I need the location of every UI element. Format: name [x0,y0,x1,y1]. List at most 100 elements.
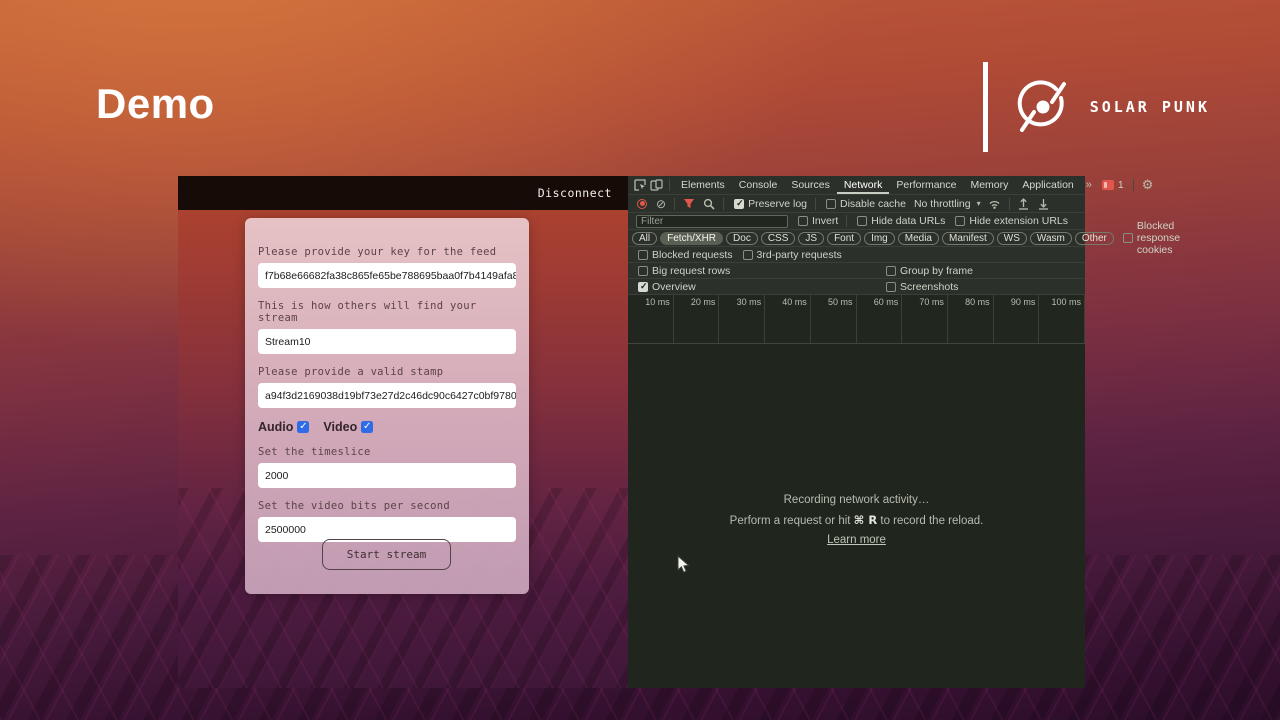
network-conditions-icon[interactable] [987,197,1003,211]
overview-checkbox[interactable]: ✓ [638,282,648,292]
record-dot-icon [640,201,645,206]
request-type-filters: All Fetch/XHR Doc CSS JS Font Img Media … [628,230,1085,247]
third-party-label: 3rd-party requests [757,249,842,261]
export-har-icon[interactable] [1036,197,1052,211]
record-button[interactable] [637,199,647,209]
pill-fetch-xhr[interactable]: Fetch/XHR [660,232,723,245]
media-toggles-row: Audio ✓ Video ✓ [258,420,516,434]
settings-gear-icon[interactable]: ⚙ [1138,177,1158,193]
import-har-icon[interactable] [1016,197,1032,211]
filter-funnel-icon[interactable] [681,197,697,211]
divider [674,198,675,210]
tab-sources[interactable]: Sources [784,176,837,194]
throttling-value: No throttling [914,198,971,210]
timeline-segment: 40 ms [765,295,811,343]
key-input[interactable]: f7b68e66682fa38c865fe65be788695baa0f7b41… [258,263,516,288]
network-log-area: Recording network activity… Perform a re… [628,344,1085,688]
divider [1009,198,1010,210]
third-party-checkbox[interactable]: ✓ [743,250,753,260]
stream-name-label: This is how others will find your stream [258,300,516,324]
pill-doc[interactable]: Doc [726,232,758,245]
more-tabs-icon[interactable]: » [1081,179,1097,191]
divider [815,198,816,210]
chevron-down-icon: ▾ [977,199,981,208]
invert-checkbox[interactable]: ✓ [798,216,808,226]
inspect-element-icon[interactable] [634,178,646,192]
filter-row: ✓ Invert ✓ Hide data URLs ✓ Hide extensi… [628,213,1085,230]
recording-hint-text: Perform a request or hit ⌘ R to record t… [628,513,1085,527]
big-request-rows-label: Big request rows [652,265,730,277]
pill-wasm[interactable]: Wasm [1030,232,1072,245]
issues-count: 1 [1118,179,1124,191]
tab-application[interactable]: Application [1015,176,1080,194]
screenshots-label: Screenshots [900,281,958,293]
blocked-requests-checkbox[interactable]: ✓ [638,250,648,260]
timeslice-input[interactable]: 2000 [258,463,516,488]
pill-manifest[interactable]: Manifest [942,232,994,245]
disconnect-button[interactable]: Disconnect [538,186,612,200]
learn-more-link[interactable]: Learn more [827,534,886,546]
hide-extension-urls-checkbox[interactable]: ✓ [955,216,965,226]
stream-app-window: Disconnect Please provide your key for t… [178,176,628,688]
timeline-segment: 50 ms [811,295,857,343]
checkmark-icon: ✓ [299,421,307,432]
throttling-dropdown[interactable]: No throttling ▾ [914,198,981,210]
bitrate-label: Set the video bits per second [258,500,516,512]
divider [1133,179,1134,191]
clear-icon[interactable]: ⊘ [652,197,670,211]
stamp-input[interactable]: a94f3d2169038d19bf73e27d2c46dc90c6427c0b… [258,383,516,408]
tab-memory[interactable]: Memory [963,176,1015,194]
cmd-r-shortcut: ⌘ R [854,513,878,527]
overview-options-row: ✓ Overview ✓ Screenshots [628,279,1085,295]
blocked-response-cookies-checkbox[interactable]: ✓ [1123,233,1133,243]
video-checkbox[interactable]: ✓ [361,421,373,433]
group-by-frame-label: Group by frame [900,265,973,277]
screenshots-checkbox[interactable]: ✓ [886,282,896,292]
pill-other[interactable]: Other [1075,232,1114,245]
divider [846,215,847,227]
stream-form-card: Please provide your key for the feed f7b… [245,218,529,594]
pill-all[interactable]: All [632,232,657,245]
divider [723,198,724,210]
big-request-rows-checkbox[interactable]: ✓ [638,266,648,276]
stream-name-input[interactable]: Stream10 [258,329,516,354]
network-overview-timeline[interactable]: 10 ms 20 ms 30 ms 40 ms 50 ms 60 ms 70 m… [628,295,1085,344]
brand-divider-bar [983,62,988,152]
stream-app-header: Disconnect [178,176,628,210]
stamp-label: Please provide a valid stamp [258,366,516,378]
blocked-requests-label: Blocked requests [652,249,733,261]
preserve-log-checkbox[interactable]: ✓ [734,199,744,209]
pill-ws[interactable]: WS [997,232,1027,245]
tab-performance[interactable]: Performance [889,176,963,194]
pill-media[interactable]: Media [898,232,939,245]
hide-data-urls-checkbox[interactable]: ✓ [857,216,867,226]
tab-console[interactable]: Console [732,176,785,194]
key-label: Please provide your key for the feed [258,246,516,258]
video-label: Video [323,420,357,434]
pill-img[interactable]: Img [864,232,895,245]
overview-label: Overview [652,281,696,293]
group-by-frame-checkbox[interactable]: ✓ [886,266,896,276]
device-toolbar-icon[interactable] [650,178,663,192]
tab-network[interactable]: Network [837,176,890,194]
recording-status-text: Recording network activity… [628,494,1085,506]
issues-badge[interactable]: 1 [1097,179,1129,191]
pill-font[interactable]: Font [827,232,861,245]
solar-punk-logo-icon [1012,76,1074,138]
preserve-log-label: Preserve log [748,198,807,210]
pill-css[interactable]: CSS [761,232,796,245]
mouse-cursor [676,555,690,575]
pill-js[interactable]: JS [798,232,824,245]
search-icon[interactable] [701,197,717,211]
devtools-window: Elements Console Sources Network Perform… [628,176,1085,688]
page-title: Demo [96,80,215,128]
disable-cache-checkbox[interactable]: ✓ [826,199,836,209]
blocked-response-cookies-label: Blocked response cookies [1137,220,1180,256]
audio-checkbox[interactable]: ✓ [297,421,309,433]
filter-input[interactable] [636,215,788,228]
timeline-segment: 70 ms [902,295,948,343]
devtools-tabbar: Elements Console Sources Network Perform… [628,176,1085,195]
start-stream-button[interactable]: Start stream [322,539,451,570]
timeslice-label: Set the timeslice [258,446,516,458]
tab-elements[interactable]: Elements [674,176,732,194]
